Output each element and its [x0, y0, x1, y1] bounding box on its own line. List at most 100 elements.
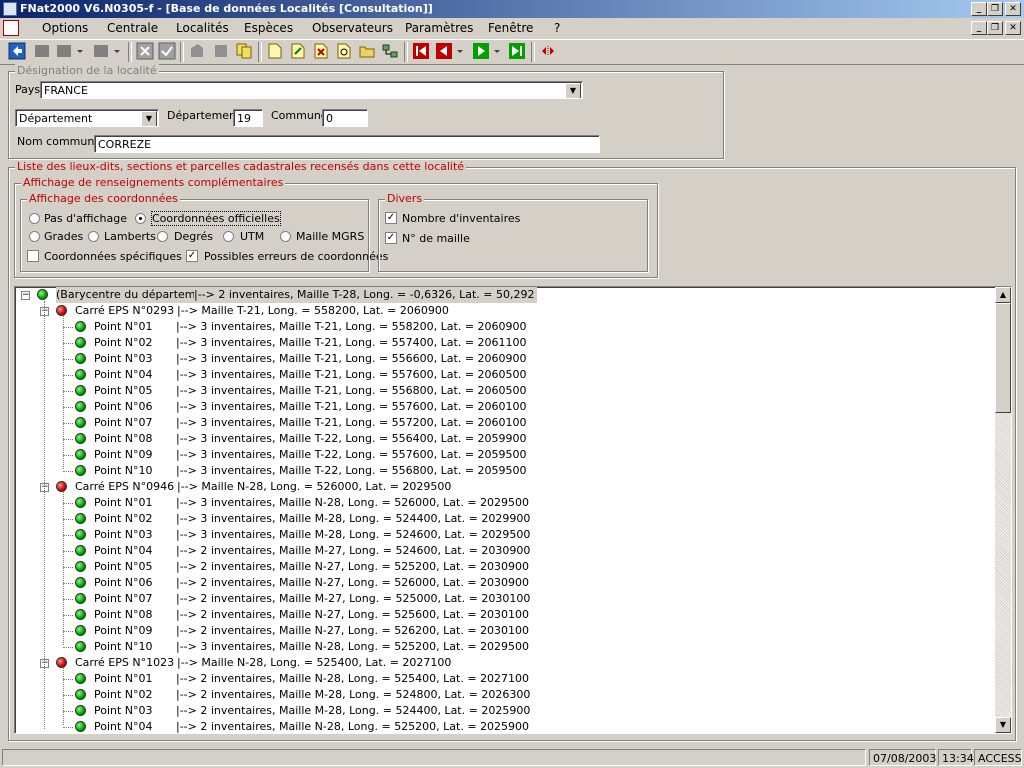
radio-pas-affichage[interactable]	[29, 213, 40, 224]
network-icon[interactable]	[381, 42, 399, 60]
tree-point-row[interactable]: Point N°03 |--> 3 inventaires, Maille T-2…	[15, 351, 993, 367]
radio-coordonnees-officielles[interactable]	[135, 213, 146, 224]
edit-document-icon[interactable]	[289, 42, 307, 60]
doc-minimize-icon[interactable]: _	[971, 21, 987, 35]
close-icon[interactable]: ✕	[1005, 2, 1021, 16]
menu-options[interactable]: Options	[42, 21, 88, 35]
menu-observateurs[interactable]: Observateurs	[312, 21, 393, 35]
tree-group-row[interactable]: − Carré EPS N°0293 |--> Maille T-21, Long.…	[15, 303, 993, 319]
radio-maille-mgrs[interactable]	[280, 231, 291, 242]
tree-point-row[interactable]: Point N°07 |--> 2 inventaires, Maille M-2…	[15, 591, 993, 607]
preview-icon[interactable]	[212, 42, 230, 60]
tree-point-row[interactable]: Point N°04 |--> 3 inventaires, Maille T-2…	[15, 367, 993, 383]
minimize-icon[interactable]: _	[971, 2, 987, 16]
localites-tree[interactable]: − (Barycentre du département) |--> 2 inven…	[14, 286, 1012, 734]
tree-node-info: |--> 3 inventaires, Maille N-28, Long. =…	[176, 640, 530, 653]
save-record-icon[interactable]	[92, 42, 110, 60]
tree-group-row[interactable]: − Carré EPS N°1023 |--> Maille N-28, Long.…	[15, 655, 993, 671]
tree-group-row[interactable]: − Carré EPS N°0946 |--> Maille N-28, Long.…	[15, 479, 993, 495]
tree-point-row[interactable]: Point N°10 |--> 3 inventaires, Maille T-2…	[15, 463, 993, 479]
scroll-down-icon[interactable]: ▼	[995, 717, 1011, 733]
collapse-icon[interactable]: −	[21, 291, 30, 300]
menu-fenetre[interactable]: Fenêtre	[488, 21, 533, 35]
menu-centrale[interactable]: Centrale	[107, 21, 158, 35]
scroll-up-icon[interactable]: ▲	[995, 287, 1011, 303]
delete-icon[interactable]	[136, 42, 154, 60]
chk-numero-maille[interactable]: ✓	[385, 232, 397, 244]
tree-point-row[interactable]: Point N°02 |--> 3 inventaires, Maille M-2…	[15, 511, 993, 527]
tree-node-label: Point N°04	[94, 544, 153, 557]
radio-lamberts[interactable]	[88, 231, 99, 242]
tree-point-row[interactable]: Point N°06 |--> 2 inventaires, Maille N-2…	[15, 575, 993, 591]
dropdown-arrow-icon[interactable]	[455, 42, 465, 60]
validate-icon[interactable]	[158, 42, 176, 60]
tree-node-label: Point N°01	[94, 320, 153, 333]
tree-node-info: |--> 2 inventaires, Maille N-28, Long. =…	[176, 672, 530, 685]
radio-degres[interactable]	[157, 231, 168, 242]
exchange-icon[interactable]	[539, 42, 557, 60]
tree-point-row[interactable]: Point N°07 |--> 3 inventaires, Maille T-2…	[15, 415, 993, 431]
next-record-icon[interactable]	[472, 42, 490, 60]
tree-point-row[interactable]: Point N°01 |--> 3 inventaires, Maille T-2…	[15, 319, 993, 335]
tree-point-row[interactable]: Point N°06 |--> 3 inventaires, Maille T-2…	[15, 399, 993, 415]
tree-point-row[interactable]: Point N°04 |--> 2 inventaires, Maille N-2…	[15, 719, 993, 733]
app-icon[interactable]	[3, 2, 17, 16]
scroll-thumb[interactable]	[995, 303, 1011, 413]
tree-point-row[interactable]: Point N°09 |--> 3 inventaires, Maille T-2…	[15, 447, 993, 463]
status-bar: 07/08/2003 13:34 ACCESS	[0, 747, 1024, 768]
menu-parametres[interactable]: Paramètres	[405, 21, 473, 35]
tree-point-row[interactable]: Point N°08 |--> 2 inventaires, Maille N-2…	[15, 607, 993, 623]
doc-restore-icon[interactable]: ❐	[987, 21, 1003, 35]
tree-point-row[interactable]: Point N°02 |--> 3 inventaires, Maille T-2…	[15, 335, 993, 351]
new-document-icon[interactable]	[266, 42, 284, 60]
open-folder-icon[interactable]	[358, 42, 376, 60]
tree-point-row[interactable]: Point N°01 |--> 3 inventaires, Maille N-2…	[15, 495, 993, 511]
tree-point-row[interactable]: Point N°05 |--> 3 inventaires, Maille T-2…	[15, 383, 993, 399]
tree-point-row[interactable]: Point N°04 |--> 2 inventaires, Maille M-2…	[15, 543, 993, 559]
nom-commune-field[interactable]: CORREZE	[94, 135, 600, 153]
tree-point-row[interactable]: Point N°02 |--> 2 inventaires, Maille M-2…	[15, 687, 993, 703]
document-icon[interactable]	[3, 20, 19, 36]
tree-point-row[interactable]: Point N°08 |--> 3 inventaires, Maille T-2…	[15, 431, 993, 447]
tree-point-row[interactable]: Point N°05 |--> 2 inventaires, Maille N-2…	[15, 559, 993, 575]
chevron-down-icon[interactable]: ▼	[141, 111, 157, 126]
tree-point-row[interactable]: Point N°01 |--> 2 inventaires, Maille N-2…	[15, 671, 993, 687]
tree-point-row[interactable]: Point N°03 |--> 2 inventaires, Maille M-2…	[15, 703, 993, 719]
tree-node-info: |--> 3 inventaires, Maille T-21, Long. =…	[176, 400, 527, 413]
vertical-scrollbar[interactable]: ▲ ▼	[995, 287, 1011, 733]
pays-combo[interactable]: FRANCE ▼	[40, 81, 583, 99]
back-icon[interactable]	[8, 42, 26, 60]
tree-node-info: |--> Maille N-28, Long. = 525400, Lat. =…	[177, 656, 452, 669]
menu-localites[interactable]: Localités	[176, 21, 229, 35]
departement-field[interactable]: 19	[233, 109, 263, 127]
doc-close-icon[interactable]: ✕	[1005, 21, 1021, 35]
chk-nombre-inventaires[interactable]: ✓	[385, 212, 397, 224]
previous-record-icon[interactable]	[435, 42, 453, 60]
dropdown-arrow-icon[interactable]	[112, 42, 122, 60]
tree-root[interactable]: − (Barycentre du département) |--> 2 inven…	[15, 287, 993, 303]
dropdown-arrow-icon[interactable]	[492, 42, 502, 60]
tree-point-row[interactable]: Point N°10 |--> 3 inventaires, Maille N-2…	[15, 639, 993, 655]
chk-coordonnees-specifiques[interactable]	[27, 250, 39, 262]
chevron-down-icon[interactable]: ▼	[565, 83, 581, 98]
tree-point-row[interactable]: Point N°09 |--> 2 inventaires, Maille N-2…	[15, 623, 993, 639]
menu-help[interactable]: ?	[554, 21, 560, 35]
print-icon[interactable]	[188, 42, 206, 60]
search-document-icon[interactable]	[335, 42, 353, 60]
radio-grades[interactable]	[29, 231, 40, 242]
copy-icon[interactable]	[235, 42, 253, 60]
first-record-icon[interactable]	[412, 42, 430, 60]
radio-utm[interactable]	[223, 231, 234, 242]
commune-field[interactable]: 0	[322, 109, 368, 127]
dropdown-arrow-icon[interactable]	[75, 42, 85, 60]
edit-record-icon[interactable]	[55, 42, 73, 60]
status-green-icon	[75, 673, 86, 684]
menu-especes[interactable]: Espèces	[244, 21, 293, 35]
chk-possibles-erreurs[interactable]: ✓	[186, 250, 198, 262]
restore-icon[interactable]: ❐	[987, 2, 1003, 16]
delete-document-icon[interactable]	[312, 42, 330, 60]
new-record-icon[interactable]	[33, 42, 51, 60]
type-combo[interactable]: Département ▼	[15, 109, 159, 127]
last-record-icon[interactable]	[508, 42, 526, 60]
tree-point-row[interactable]: Point N°03 |--> 3 inventaires, Maille M-2…	[15, 527, 993, 543]
